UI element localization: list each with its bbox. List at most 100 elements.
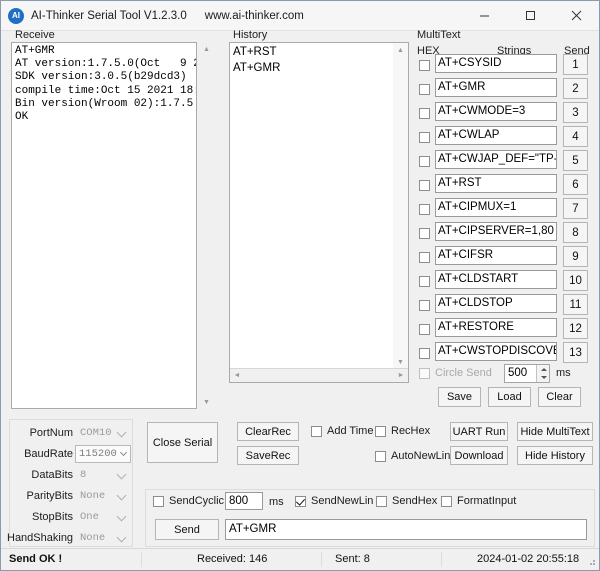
multitext-hex-checkbox-3[interactable] [419, 108, 430, 119]
paritybits-select[interactable]: None [77, 488, 129, 505]
multitext-command-input-5[interactable]: AT+CWJAP_DEF="TP-Link [435, 150, 557, 169]
multitext-send-button-3[interactable]: 3 [563, 102, 588, 123]
multitext-send-button-7[interactable]: 7 [563, 198, 588, 219]
rec-hex-checkbox-wrap[interactable]: RecHex [375, 425, 430, 437]
multitext-hex-checkbox-9[interactable] [419, 252, 430, 263]
circle-send-checkbox-wrap[interactable]: Circle Send [419, 367, 492, 379]
multitext-command-input-13[interactable]: AT+CWSTOPDISCOVER [435, 342, 557, 361]
save-rec-button[interactable]: SaveRec [237, 446, 299, 465]
add-time-checkbox[interactable] [311, 426, 322, 437]
auto-newline-checkbox[interactable] [375, 451, 386, 462]
circle-send-checkbox[interactable] [419, 368, 430, 379]
circle-send-interval-input[interactable]: 500 [504, 364, 550, 383]
send-cyclic-checkbox[interactable] [153, 496, 164, 507]
format-input-checkbox[interactable] [441, 496, 452, 507]
multitext-send-button-4[interactable]: 4 [563, 126, 588, 147]
hide-history-button[interactable]: Hide History [517, 446, 593, 465]
multitext-hex-checkbox-4[interactable] [419, 132, 430, 143]
receive-content: AT+GMR AT version:1.7.5.0(Oct 9 2021 09:… [12, 43, 196, 126]
auto-newline-label: AutoNewLine [391, 450, 456, 462]
status-received: Received: 146 [197, 553, 267, 565]
history-scroll-right-icon[interactable]: ► [394, 369, 408, 382]
clear-rec-button[interactable]: ClearRec [237, 422, 299, 441]
multitext-command-input-2[interactable]: AT+GMR [435, 78, 557, 97]
send-cyclic-label: SendCyclic [169, 495, 224, 507]
history-scroll-down-icon[interactable]: ▼ [393, 355, 408, 369]
multitext-command-input-11[interactable]: AT+CLDSTOP [435, 294, 557, 313]
multitext-hex-checkbox-7[interactable] [419, 204, 430, 215]
scroll-down-icon[interactable]: ▼ [199, 395, 214, 409]
history-scroll-up-icon[interactable]: ▲ [393, 43, 408, 57]
multitext-command-input-3[interactable]: AT+CWMODE=3 [435, 102, 557, 121]
multitext-hex-checkbox-1[interactable] [419, 60, 430, 71]
multitext-command-input-7[interactable]: AT+CIPMUX=1 [435, 198, 557, 217]
multitext-command-input-1[interactable]: AT+CSYSID [435, 54, 557, 73]
multitext-send-button-9[interactable]: 9 [563, 246, 588, 267]
multitext-hex-checkbox-12[interactable] [419, 324, 430, 335]
send-hex-checkbox-wrap[interactable]: SendHex [376, 495, 437, 507]
multitext-command-input-8[interactable]: AT+CIPSERVER=1,80 [435, 222, 557, 241]
databits-value: 8 [80, 469, 86, 481]
multitext-send-button-11[interactable]: 11 [563, 294, 588, 315]
circle-send-spinner[interactable] [536, 365, 549, 382]
handshaking-select[interactable]: None [77, 530, 129, 547]
add-time-checkbox-wrap[interactable]: Add Time [311, 425, 373, 437]
multitext-hex-checkbox-13[interactable] [419, 348, 430, 359]
multitext-send-button-2[interactable]: 2 [563, 78, 588, 99]
send-button[interactable]: Send [155, 519, 219, 540]
receive-textarea[interactable]: AT+GMR AT version:1.7.5.0(Oct 9 2021 09:… [11, 42, 197, 409]
format-input-checkbox-wrap[interactable]: FormatInput [441, 495, 516, 507]
send-newline-checkbox[interactable] [295, 496, 306, 507]
send-text-input[interactable]: AT+GMR [225, 519, 587, 540]
multitext-send-button-12[interactable]: 12 [563, 318, 588, 339]
download-button[interactable]: Download [450, 446, 508, 465]
multitext-send-button-13[interactable]: 13 [563, 342, 588, 363]
multitext-hex-checkbox-6[interactable] [419, 180, 430, 191]
multitext-command-input-10[interactable]: AT+CLDSTART [435, 270, 557, 289]
send-interval-input[interactable]: 800 [225, 492, 263, 510]
multitext-send-button-1[interactable]: 1 [563, 54, 588, 75]
portnum-select[interactable]: COM10 [77, 425, 129, 442]
multitext-send-button-6[interactable]: 6 [563, 174, 588, 195]
multitext-hex-checkbox-8[interactable] [419, 228, 430, 239]
multitext-save-button[interactable]: Save [438, 387, 481, 407]
multitext-command-input-4[interactable]: AT+CWLAP [435, 126, 557, 145]
multitext-command-input-12[interactable]: AT+RESTORE [435, 318, 557, 337]
send-newline-checkbox-wrap[interactable]: SendNewLin [295, 495, 373, 507]
history-hscrollbar[interactable]: ◄ ► [230, 368, 408, 382]
multitext-hex-checkbox-5[interactable] [419, 156, 430, 167]
multitext-command-input-9[interactable]: AT+CIFSR [435, 246, 557, 265]
resize-grip-icon[interactable] [586, 557, 596, 567]
multitext-send-button-10[interactable]: 10 [563, 270, 588, 291]
uart-run-button[interactable]: UART Run [450, 422, 508, 441]
multitext-hex-checkbox-10[interactable] [419, 276, 430, 287]
multitext-hex-checkbox-2[interactable] [419, 84, 430, 95]
baudrate-select[interactable]: 115200 [75, 445, 131, 463]
send-hex-checkbox[interactable] [376, 496, 387, 507]
multitext-hex-checkbox-11[interactable] [419, 300, 430, 311]
chevron-down-icon [117, 428, 127, 438]
multitext-command-input-6[interactable]: AT+RST [435, 174, 557, 193]
history-vscrollbar[interactable]: ▲ ▼ [393, 43, 408, 369]
minimize-icon[interactable] [461, 1, 507, 30]
databits-select[interactable]: 8 [77, 467, 129, 484]
hide-multitext-button[interactable]: Hide MultiText [517, 422, 593, 441]
multitext-send-button-5[interactable]: 5 [563, 150, 588, 171]
close-icon[interactable] [553, 1, 599, 30]
rec-hex-checkbox[interactable] [375, 426, 386, 437]
auto-newline-checkbox-wrap[interactable]: AutoNewLine [375, 450, 456, 462]
send-interval-unit: ms [269, 496, 284, 508]
send-cyclic-checkbox-wrap[interactable]: SendCyclic [153, 495, 224, 507]
add-time-label: Add Time [327, 425, 373, 437]
status-bar: Send OK ! Received: 146 Sent: 8 2024-01-… [1, 548, 599, 570]
send-hex-label: SendHex [392, 495, 437, 507]
multitext-send-button-8[interactable]: 8 [563, 222, 588, 243]
receive-scrollbar[interactable]: ▲ ▼ [199, 42, 214, 409]
scroll-up-icon[interactable]: ▲ [199, 42, 214, 56]
maximize-icon[interactable] [507, 1, 553, 30]
history-scroll-left-icon[interactable]: ◄ [230, 369, 244, 382]
multitext-load-button[interactable]: Load [488, 387, 531, 407]
stopbits-select[interactable]: One [77, 509, 129, 526]
multitext-clear-button[interactable]: Clear [538, 387, 581, 407]
history-textarea[interactable]: AT+RST AT+GMR ▲ ▼ ◄ ► [229, 42, 409, 383]
